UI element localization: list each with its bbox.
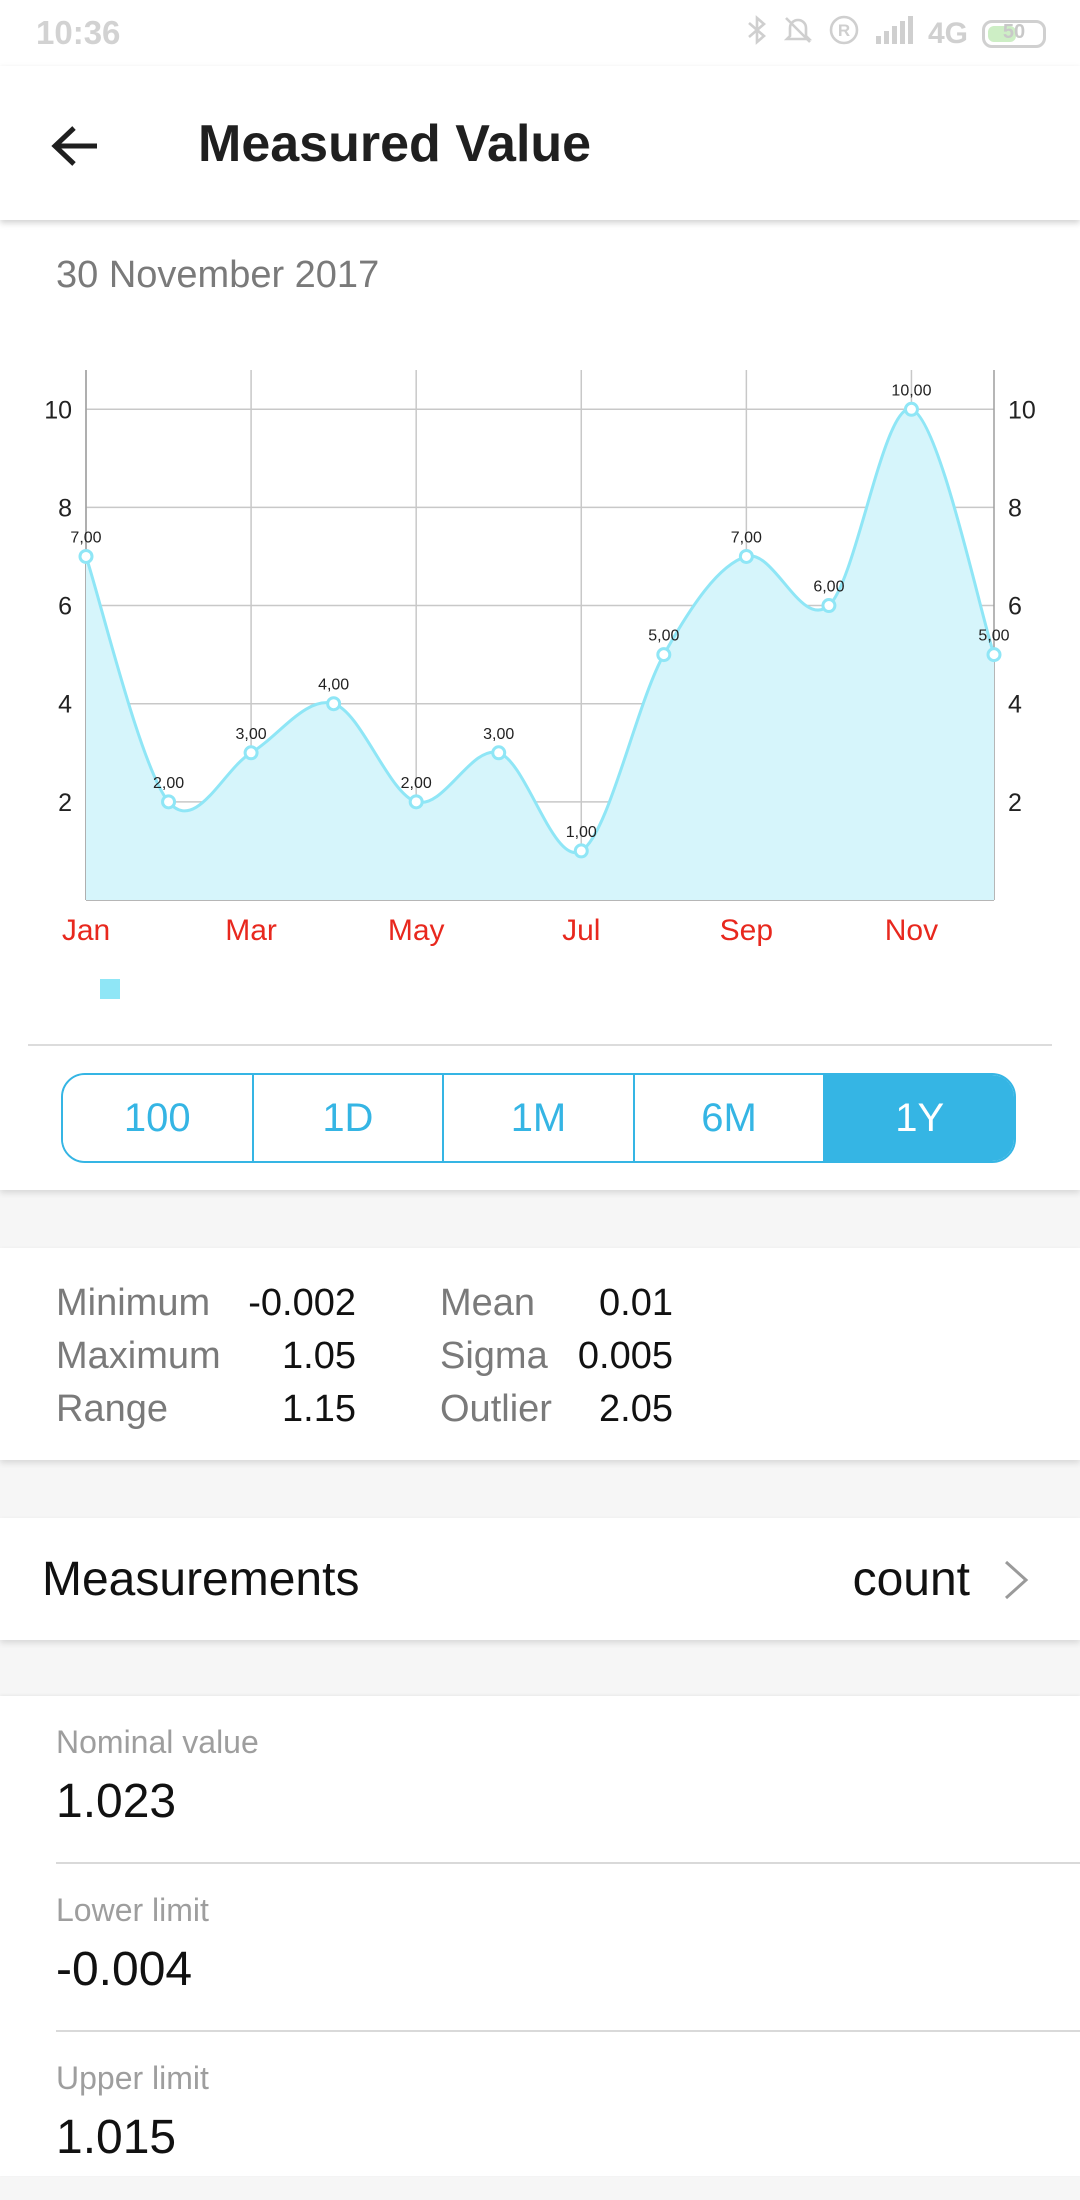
mute-bell-icon [782,14,814,54]
x-tick-label: Sep [720,914,773,947]
status-icons: R 4G 50 [746,14,1046,54]
lower-limit-value: -0.004 [56,1943,193,1996]
data-label: 5,00 [978,628,1009,645]
data-label: 7,00 [731,529,762,546]
y-tick-label-right: 8 [1008,494,1022,522]
x-tick-label: Mar [225,914,277,947]
upper-limit-value: 1.015 [56,2111,177,2164]
data-label: 7,00 [70,529,101,546]
lower-limit-label: Lower limit [56,1892,209,1928]
data-point [986,647,1002,663]
chart-card: 30 November 2017 7,00 2,00 3,00 4,00 2,00 3,0… [0,220,1080,1190]
data-point [821,598,837,614]
upper-limit-row: Upper limit 1.015 [56,2032,1080,2200]
data-point [408,794,424,810]
data-label: 4,00 [318,677,349,694]
arrow-left-icon [51,126,97,166]
data-label: 5,00 [648,628,679,645]
stat-value: 1.05 [282,1335,356,1377]
data-point [78,548,94,564]
battery-icon: 50 [982,20,1046,48]
data-point [243,745,259,761]
data-label: 10,00 [891,382,931,399]
bluetooth-icon [746,14,768,54]
range-button-1y[interactable]: 1Y [825,1075,1014,1161]
stat-label: Minimum [56,1282,211,1324]
measurement-chart[interactable]: 7,00 2,00 3,00 4,00 2,00 3,00 1,00 5,00 7,00 6,00… [0,220,1080,1020]
data-point [326,696,342,712]
series-area [86,408,994,900]
chevron-right-icon [1004,1560,1029,1600]
stat-label: Maximum [56,1335,221,1377]
back-button[interactable] [40,110,112,182]
y-tick-label-left: 8 [58,494,72,522]
y-tick-label-right: 6 [1008,593,1022,621]
x-tick-label: Jul [562,914,600,947]
data-label: 1,00 [566,824,597,841]
stat-label: Sigma [440,1335,548,1377]
legend-swatch [100,979,120,999]
stat-value: 0.01 [599,1282,673,1324]
data-label: 2,00 [153,775,184,792]
data-point [656,647,672,663]
battery-level: 50 [1002,21,1026,43]
x-tick-label: Nov [885,914,938,947]
measurements-label: Measurements [42,1553,360,1606]
upper-limit-label: Upper limit [56,2060,209,2096]
nominal-value-row: Nominal value 1.023 [56,1696,1080,1864]
limits-card: Nominal value 1.023 Lower limit -0.004 U… [0,1696,1080,2176]
data-label: 2,00 [401,775,432,792]
y-tick-label-left: 2 [58,789,72,817]
network-type: 4G [927,17,968,50]
data-point [491,745,507,761]
app-bar: Measured Value [0,66,1080,220]
status-bar: 10:36 R 4G 50 [0,0,1080,66]
x-tick-label: Jan [62,914,110,947]
stat-label: Range [56,1388,168,1430]
data-point [161,794,177,810]
stat-value: 2.05 [599,1388,673,1430]
y-tick-label-right: 10 [1008,396,1036,424]
page-title: Measured Value [198,115,592,173]
nominal-value-label: Nominal value [56,1724,259,1760]
stat-value: 1.15 [282,1388,356,1430]
data-point [903,401,919,417]
stat-value: 0.005 [577,1335,673,1377]
range-button-1d[interactable]: 1D [253,1075,445,1161]
statistics-card: Minimum -0.002 Maximum 1.05 Range 1.15 M… [0,1248,1080,1460]
stat-label: Mean [440,1282,536,1324]
data-point [738,548,754,564]
x-tick-label: May [388,914,445,947]
status-time: 10:36 [36,14,121,51]
measurements-row[interactable]: Measurements count [0,1518,1080,1640]
data-label: 3,00 [236,726,267,743]
data-label: 6,00 [813,579,844,596]
y-tick-label-left: 6 [58,593,72,621]
y-tick-label-right: 2 [1008,789,1022,817]
range-button-6m[interactable]: 6M [634,1075,826,1161]
nominal-value: 1.023 [56,1775,177,1828]
chart-divider [28,1044,1052,1046]
measurements-value: count [852,1553,970,1606]
y-tick-label-left: 10 [44,396,72,424]
y-tick-label-left: 4 [58,691,72,719]
range-button-1m[interactable]: 1M [444,1075,635,1161]
svg-text:R: R [838,21,850,40]
data-label: 3,00 [483,726,514,743]
stat-value: -0.002 [248,1282,356,1324]
y-tick-label-right: 4 [1008,691,1022,719]
registered-icon: R [828,14,860,54]
data-point [573,843,589,859]
stat-label: Outlier [440,1388,552,1430]
signal-icon [874,14,914,54]
range-button-100[interactable]: 100 [63,1075,254,1161]
range-selector: 100 1D 1M 6M 1Y [61,1073,1016,1163]
lower-limit-row: Lower limit -0.004 [56,1864,1080,2032]
